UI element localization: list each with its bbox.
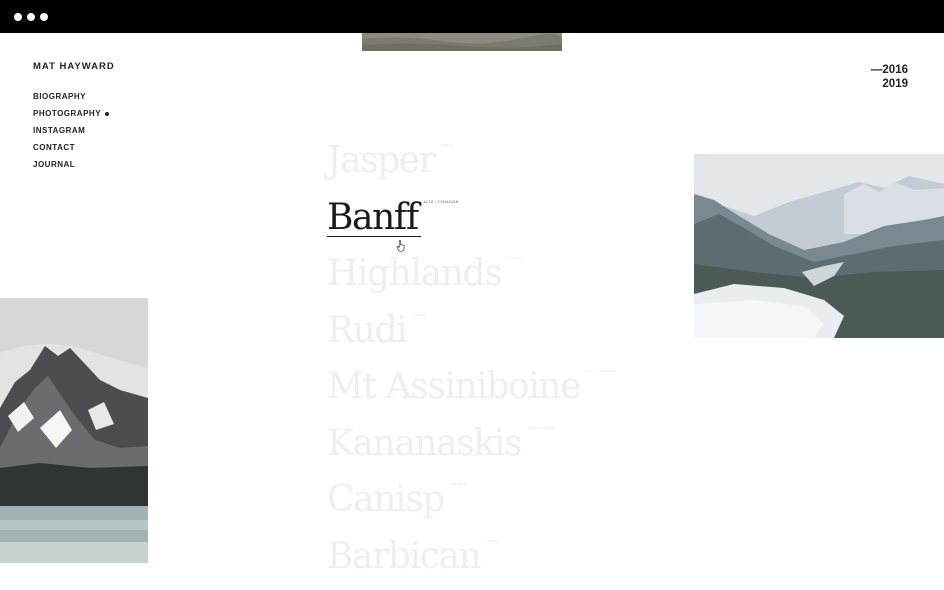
location-tag: scotland xyxy=(507,256,523,261)
year-range: —2016 2019 xyxy=(871,63,908,91)
location-tag: alberta xyxy=(441,143,455,148)
location-item-rudi[interactable]: Rudi norway xyxy=(327,308,580,365)
nav-item-label: PHOTOGRAPHY xyxy=(33,109,101,119)
location-name: Mt Assiniboine xyxy=(327,364,580,410)
location-tag: british columbia xyxy=(586,369,617,374)
nav-item-photography[interactable]: PHOTOGRAPHY xyxy=(33,109,109,126)
active-dot-icon xyxy=(105,112,109,116)
location-item-kananaskis[interactable]: Kananaskis alberta canada xyxy=(327,421,580,478)
location-tag: ALTA / CANADIAN xyxy=(424,200,459,205)
window-dot-icon[interactable] xyxy=(14,13,22,21)
window-dot-icon[interactable] xyxy=(27,13,35,21)
main-nav: BIOGRAPHY PHOTOGRAPHY INSTAGRAM CONTACT … xyxy=(33,92,109,177)
nav-item-instagram[interactable]: INSTAGRAM xyxy=(33,126,109,143)
nav-item-contact[interactable]: CONTACT xyxy=(33,143,109,160)
location-name: Jasper xyxy=(327,138,435,184)
location-item-canisp[interactable]: Canisp scotland xyxy=(327,477,580,534)
nav-item-label: BIOGRAPHY xyxy=(33,92,86,102)
location-name: Kananaskis xyxy=(327,421,521,467)
browser-chrome-bar xyxy=(0,0,944,33)
location-item-barbican[interactable]: Barbican london xyxy=(327,534,580,590)
nav-item-label: JOURNAL xyxy=(33,160,75,170)
nav-item-label: INSTAGRAM xyxy=(33,126,85,136)
year-start: —2016 xyxy=(871,63,908,77)
location-item-highlands[interactable]: Highlands scotland xyxy=(327,251,580,308)
nav-item-label: CONTACT xyxy=(33,143,75,153)
location-list: Jasper alberta Banff ALTA / CANADIAN Highl… xyxy=(327,138,580,590)
nav-item-biography[interactable]: BIOGRAPHY xyxy=(33,92,109,109)
location-name: Rudi xyxy=(327,308,406,354)
location-name: Banff xyxy=(327,195,418,241)
photo-image xyxy=(362,33,562,51)
photo-thumbnail-top[interactable] xyxy=(362,33,562,51)
location-name: Barbican xyxy=(327,534,480,580)
location-tag: alberta canada xyxy=(527,426,556,431)
location-tag: london xyxy=(486,539,499,544)
location-item-mt-assiniboine[interactable]: Mt Assiniboinebritish columbia xyxy=(327,364,580,421)
site-title[interactable]: MAT HAYWARD xyxy=(33,61,115,72)
location-tag: scotland xyxy=(450,482,466,487)
location-name: Canisp xyxy=(327,477,444,523)
window-dot-icon[interactable] xyxy=(40,13,48,21)
location-tag: norway xyxy=(412,313,426,318)
hand-pointer-icon xyxy=(396,240,406,252)
photo-mountain-valley[interactable] xyxy=(694,154,944,338)
location-name: Highlands xyxy=(327,251,501,297)
photo-image xyxy=(0,298,148,563)
photo-snowy-peak[interactable] xyxy=(0,298,148,563)
location-item-banff[interactable]: Banff ALTA / CANADIAN xyxy=(327,195,580,252)
photo-image xyxy=(694,154,944,338)
location-item-jasper[interactable]: Jasper alberta xyxy=(327,138,580,195)
year-end: 2019 xyxy=(871,77,908,91)
nav-item-journal[interactable]: JOURNAL xyxy=(33,160,109,177)
